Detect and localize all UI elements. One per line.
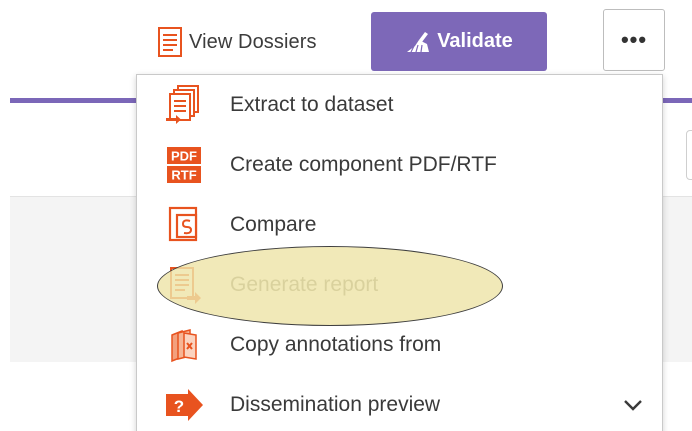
menu-item-dissemination-preview[interactable]: ? Dissemination preview [137,375,662,431]
dissemination-icon-text: ? [174,397,184,416]
menu-item-label: Copy annotations from [230,333,442,356]
validate-label: Validate [437,30,513,52]
menu-item-label: Extract to dataset [230,93,394,116]
compare-icon [162,203,206,247]
menu-item-label: Generate report [230,273,379,296]
rtf-icon-text: RTF [171,168,196,183]
view-dossiers-label: View Dossiers [189,30,317,53]
menu-item-copy-annotations-from[interactable]: Copy annotations from [137,315,662,375]
menu-item-generate-report[interactable]: Generate report [137,255,662,315]
more-options-button[interactable]: ••• [603,9,665,71]
menu-item-label: Create component PDF/RTF [230,153,497,176]
pdf-icon-text: PDF [171,149,197,164]
menu-item-compare[interactable]: Compare [137,195,662,255]
dissemination-preview-icon: ? [162,383,206,427]
menu-item-create-component-pdf-rtf[interactable]: PDF RTF Create component PDF/RTF [137,135,662,195]
copy-annotations-icon [162,323,206,367]
generate-report-icon [162,263,206,307]
chevron-down-icon[interactable] [621,393,645,417]
pdf-rtf-icon: PDF RTF [162,143,206,187]
validate-button[interactable]: Validate [371,12,547,71]
menu-item-label: Dissemination preview [230,393,441,416]
document-icon [158,27,182,57]
actions-dropdown-menu: Extract to dataset PDF RTF Create compon… [136,74,663,431]
validate-brush-icon [407,31,430,52]
extract-documents-icon [162,83,206,127]
menu-item-extract-to-dataset[interactable]: Extract to dataset [137,75,662,135]
view-dossiers-button[interactable]: View Dossiers [157,24,317,60]
menu-item-label: Compare [230,213,317,236]
app-window: View Dossiers Validate ••• Extract to da… [0,0,692,431]
partial-control[interactable] [686,130,692,180]
more-options-icon: ••• [620,27,648,52]
